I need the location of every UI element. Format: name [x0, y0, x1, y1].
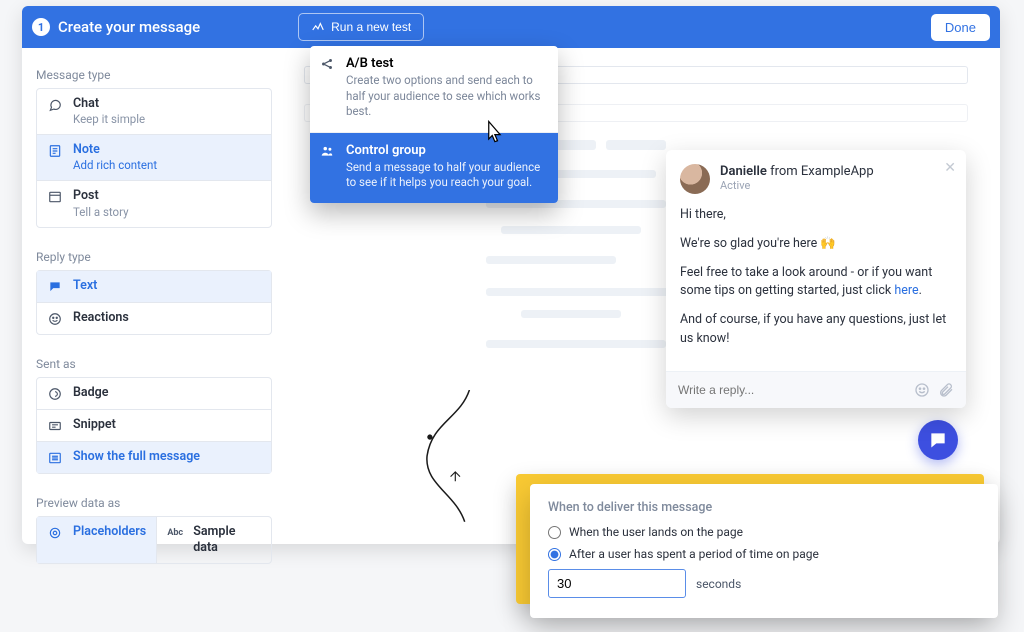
preview-sample[interactable]: Abc Sample data	[156, 517, 271, 564]
here-link[interactable]: here	[894, 283, 918, 298]
step-badge: 1	[32, 18, 50, 36]
radio-input[interactable]	[548, 526, 561, 539]
done-button[interactable]: Done	[931, 14, 990, 41]
message-type-note[interactable]: Note Add rich content	[37, 134, 271, 180]
option-title: Text	[73, 278, 97, 294]
message-type-chat[interactable]: Chat Keep it simple	[37, 89, 271, 134]
doodle-arrow-icon	[400, 390, 520, 550]
chat-line: And of course, if you have any questions…	[680, 311, 952, 349]
pointer-cursor-icon	[480, 118, 508, 146]
option-title: Show the full message	[73, 449, 200, 465]
sent-as-list: Badge Snippet Show the full message	[36, 377, 272, 474]
run-test-dropdown: A/B test Create two options and send eac…	[310, 46, 558, 203]
snippet-icon	[47, 418, 63, 434]
sent-as-full[interactable]: Show the full message	[37, 441, 271, 473]
dropdown-ab-test[interactable]: A/B test Create two options and send eac…	[310, 46, 558, 132]
dropdown-desc: Send a message to half your audience to …	[346, 160, 544, 191]
option-title: Badge	[73, 385, 109, 401]
reply-type-label: Reply type	[36, 250, 272, 264]
deliver-opt-time[interactable]: After a user has spent a period of time …	[548, 547, 980, 561]
preview-data-label: Preview data as	[36, 496, 272, 510]
dropdown-control-group[interactable]: Control group Send a message to half you…	[310, 132, 558, 203]
deliver-heading: When to deliver this message	[548, 500, 980, 515]
sent-as-label: Sent as	[36, 357, 272, 371]
badge-icon	[47, 386, 63, 402]
radio-label: After a user has spent a period of time …	[569, 547, 819, 561]
sent-as-snippet[interactable]: Snippet	[37, 409, 271, 441]
option-title: Sample data	[193, 524, 261, 557]
option-title: Reactions	[73, 310, 129, 326]
preview-placeholders[interactable]: Placeholders	[37, 517, 156, 564]
deliver-opt-landing[interactable]: When the user lands on the page	[548, 525, 980, 539]
message-type-post[interactable]: Post Tell a story	[37, 180, 271, 226]
preview-list: Placeholders Abc Sample data	[36, 516, 272, 565]
reply-type-list: Text Reactions	[36, 270, 272, 335]
chat-bubble-icon	[47, 97, 63, 113]
option-title: Snippet	[73, 417, 116, 433]
option-title: Note	[73, 142, 157, 158]
message-type-label: Message type	[36, 68, 272, 82]
seconds-unit: seconds	[696, 577, 741, 591]
chat-reply-row	[666, 371, 966, 408]
dropdown-desc: Create two options and send each to half…	[346, 73, 544, 120]
run-new-test-button[interactable]: Run a new test	[298, 13, 424, 41]
smiley-icon	[47, 311, 63, 327]
radio-input[interactable]	[548, 548, 561, 561]
option-title: Chat	[73, 96, 145, 112]
option-subtitle: Add rich content	[73, 158, 157, 173]
radio-label: When the user lands on the page	[569, 525, 743, 539]
chat-preview: ✕ Danielle from ExampleApp Active Hi the…	[666, 150, 966, 408]
hands-emoji-icon: 🙌	[820, 236, 836, 251]
chat-status: Active	[720, 179, 874, 192]
avatar	[680, 164, 710, 194]
note-icon	[47, 143, 63, 159]
post-icon	[47, 189, 63, 205]
deliver-panel: When to deliver this message When the us…	[530, 484, 998, 618]
close-icon[interactable]: ✕	[944, 160, 956, 176]
full-message-icon	[47, 450, 63, 466]
reply-type-text[interactable]: Text	[37, 271, 271, 302]
speech-icon	[47, 279, 63, 295]
spark-line-icon	[311, 20, 325, 34]
chat-reply-input[interactable]	[678, 383, 906, 397]
option-subtitle: Tell a story	[73, 205, 129, 220]
chat-body: Hi there, We're so glad you're here 🙌 Fe…	[666, 200, 966, 371]
chat-line: We're so glad you're here 🙌	[680, 235, 952, 254]
header: 1 Create your message Run a new test Don…	[22, 6, 1000, 48]
chat-author: Danielle from ExampleApp	[720, 164, 874, 179]
chat-line: Hi there,	[680, 206, 952, 225]
dropdown-title: Control group	[346, 143, 544, 158]
option-title: Placeholders	[73, 524, 146, 540]
option-subtitle: Keep it simple	[73, 112, 145, 127]
people-icon	[320, 144, 336, 160]
sidebar: Message type Chat Keep it simple Note Ad…	[22, 48, 286, 544]
seconds-input[interactable]	[548, 569, 686, 598]
reply-type-reactions[interactable]: Reactions	[37, 302, 271, 334]
share-icon	[320, 57, 336, 73]
run-new-test-label: Run a new test	[331, 20, 411, 34]
sent-as-badge[interactable]: Badge	[37, 378, 271, 409]
chat-line: Feel free to take a look around - or if …	[680, 264, 952, 302]
message-type-list: Chat Keep it simple Note Add rich conten…	[36, 88, 272, 228]
sample-icon: Abc	[167, 525, 183, 541]
option-title: Post	[73, 188, 129, 204]
emoji-icon[interactable]	[914, 382, 930, 398]
messenger-launcher[interactable]	[918, 420, 958, 460]
dropdown-title: A/B test	[346, 56, 544, 71]
placeholder-icon	[47, 525, 63, 541]
attachment-icon[interactable]	[938, 382, 954, 398]
page-title: Create your message	[58, 18, 200, 36]
